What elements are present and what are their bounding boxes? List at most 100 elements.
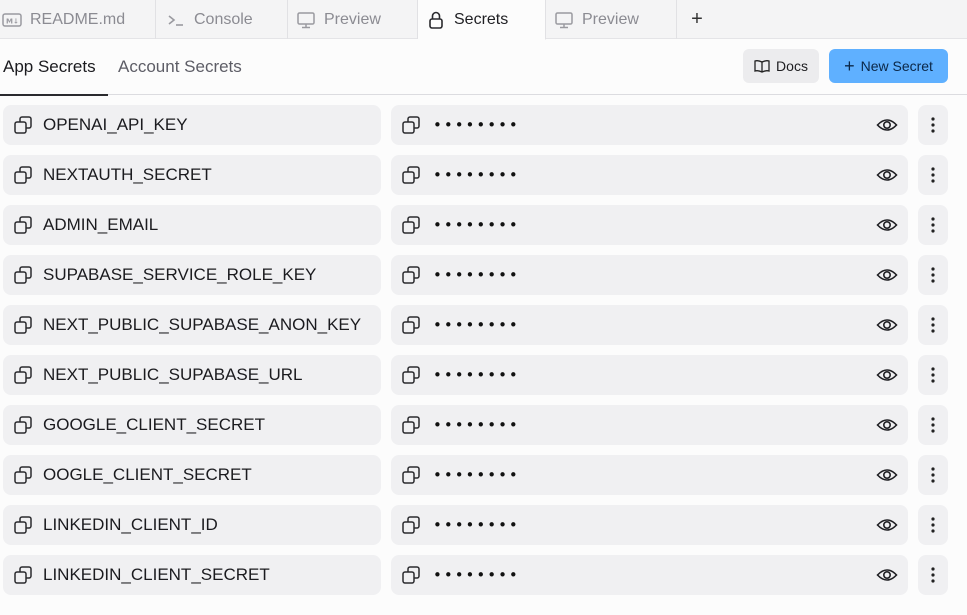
tab-secrets[interactable]: Secrets (418, 0, 546, 40)
copy-icon[interactable] (401, 315, 421, 335)
eye-icon[interactable] (876, 364, 898, 386)
copy-icon[interactable] (13, 215, 33, 235)
kebab-menu-icon (931, 417, 935, 433)
more-options-button[interactable] (918, 305, 948, 345)
copy-icon[interactable] (13, 315, 33, 335)
new-secret-button[interactable]: + New Secret (829, 49, 948, 83)
new-secret-label: New Secret (860, 58, 933, 74)
secret-row: LINKEDIN_CLIENT_ID •••••••• (0, 505, 967, 555)
secret-value-masked: •••••••• (433, 166, 520, 184)
copy-icon[interactable] (401, 265, 421, 285)
secret-value-masked: •••••••• (433, 566, 520, 584)
secret-value-cell[interactable]: •••••••• (391, 255, 908, 295)
kebab-menu-icon (931, 517, 935, 533)
secret-value-cell[interactable]: •••••••• (391, 155, 908, 195)
secret-key: OPENAI_API_KEY (43, 115, 188, 134)
secret-key-cell[interactable]: GOOGLE_CLIENT_SECRET (3, 405, 381, 445)
more-options-button[interactable] (918, 155, 948, 195)
secret-value-masked: •••••••• (433, 316, 520, 334)
kebab-menu-icon (931, 317, 935, 333)
tab-label: README.md (30, 10, 126, 28)
secret-key-cell[interactable]: ADMIN_EMAIL (3, 205, 381, 245)
secret-key-cell[interactable]: NEXT_PUBLIC_SUPABASE_ANON_KEY (3, 305, 381, 345)
copy-icon[interactable] (13, 565, 33, 585)
tab-console[interactable]: Console (156, 0, 288, 39)
copy-icon[interactable] (401, 115, 421, 135)
secret-key-cell[interactable]: SUPABASE_SERVICE_ROLE_KEY (3, 255, 381, 295)
secret-key: GOOGLE_CLIENT_SECRET (43, 415, 266, 434)
tab-label: Preview (324, 10, 381, 28)
secret-value-masked: •••••••• (433, 266, 520, 284)
copy-icon[interactable] (401, 565, 421, 585)
more-options-button[interactable] (918, 205, 948, 245)
secret-key-cell[interactable]: OOGLE_CLIENT_SECRET (3, 455, 381, 495)
kebab-menu-icon (931, 117, 935, 133)
copy-icon[interactable] (401, 165, 421, 185)
secret-key: LINKEDIN_CLIENT_ID (43, 515, 218, 534)
eye-icon[interactable] (876, 214, 898, 236)
eye-icon[interactable] (876, 414, 898, 436)
more-options-button[interactable] (918, 555, 948, 595)
copy-icon[interactable] (13, 115, 33, 135)
copy-icon[interactable] (401, 365, 421, 385)
markdown-icon: M↓ (2, 10, 22, 30)
kebab-menu-icon (931, 217, 935, 233)
more-options-button[interactable] (918, 105, 948, 145)
more-options-button[interactable] (918, 505, 948, 545)
secret-key: NEXT_PUBLIC_SUPABASE_URL (43, 365, 303, 384)
copy-icon[interactable] (13, 415, 33, 435)
secret-key-cell[interactable]: NEXTAUTH_SECRET (3, 155, 381, 195)
secret-value-cell[interactable]: •••••••• (391, 555, 908, 595)
eye-icon[interactable] (876, 114, 898, 136)
tab-label: Secrets (454, 10, 509, 28)
secret-value-cell[interactable]: •••••••• (391, 105, 908, 145)
copy-icon[interactable] (13, 165, 33, 185)
copy-icon[interactable] (13, 515, 33, 535)
secret-value-cell[interactable]: •••••••• (391, 505, 908, 545)
more-options-button[interactable] (918, 255, 948, 295)
add-tab-button[interactable]: + (677, 0, 717, 39)
copy-icon[interactable] (401, 415, 421, 435)
copy-icon[interactable] (401, 515, 421, 535)
eye-icon[interactable] (876, 514, 898, 536)
eye-icon[interactable] (876, 164, 898, 186)
copy-icon[interactable] (401, 465, 421, 485)
tab-preview[interactable]: Preview (288, 0, 418, 39)
eye-icon[interactable] (876, 264, 898, 286)
tab-label: Console (194, 10, 253, 28)
terminal-icon (166, 10, 186, 30)
tab-preview-2[interactable]: Preview (546, 0, 677, 39)
eye-icon[interactable] (876, 464, 898, 486)
eye-icon[interactable] (876, 314, 898, 336)
subtab-account-secrets[interactable]: Account Secrets (118, 39, 242, 95)
secret-key-cell[interactable]: OPENAI_API_KEY (3, 105, 381, 145)
secret-value-masked: •••••••• (433, 516, 520, 534)
kebab-menu-icon (931, 267, 935, 283)
subtab-app-secrets[interactable]: App Secrets (0, 39, 108, 96)
secret-key-cell[interactable]: NEXT_PUBLIC_SUPABASE_URL (3, 355, 381, 395)
secret-value-cell[interactable]: •••••••• (391, 305, 908, 345)
tab-readme[interactable]: M↓ README.md (0, 0, 156, 39)
secret-value-cell[interactable]: •••••••• (391, 205, 908, 245)
secret-value-cell[interactable]: •••••••• (391, 355, 908, 395)
docs-label: Docs (776, 58, 808, 74)
secret-value-cell[interactable]: •••••••• (391, 455, 908, 495)
secret-key-cell[interactable]: LINKEDIN_CLIENT_SECRET (3, 555, 381, 595)
copy-icon[interactable] (13, 365, 33, 385)
copy-icon[interactable] (401, 215, 421, 235)
more-options-button[interactable] (918, 405, 948, 445)
copy-icon[interactable] (13, 265, 33, 285)
eye-icon[interactable] (876, 564, 898, 586)
monitor-icon (554, 10, 574, 30)
secret-row: ADMIN_EMAIL •••••••• (0, 205, 967, 255)
more-options-button[interactable] (918, 455, 948, 495)
kebab-menu-icon (931, 467, 935, 483)
secret-value-masked: •••••••• (433, 366, 520, 384)
secret-value-cell[interactable]: •••••••• (391, 405, 908, 445)
secret-key: SUPABASE_SERVICE_ROLE_KEY (43, 265, 317, 284)
more-options-button[interactable] (918, 355, 948, 395)
secret-key-cell[interactable]: LINKEDIN_CLIENT_ID (3, 505, 381, 545)
docs-button[interactable]: Docs (743, 49, 819, 83)
secret-row: LINKEDIN_CLIENT_SECRET •••••••• (0, 555, 967, 605)
copy-icon[interactable] (13, 465, 33, 485)
